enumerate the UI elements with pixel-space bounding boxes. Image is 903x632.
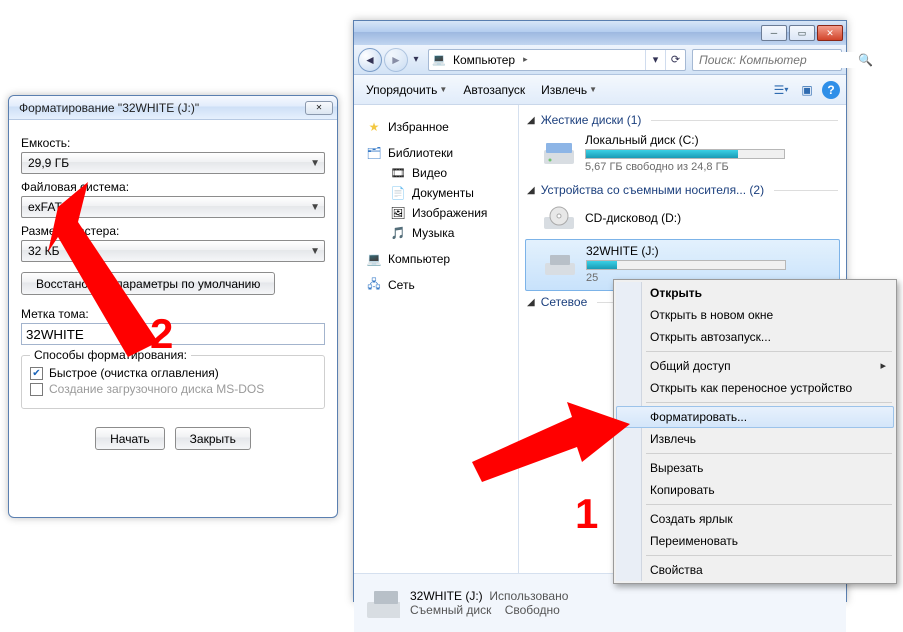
group-removable[interactable]: ◢ Устройства со съемными носителя... (2): [519, 179, 846, 199]
format-options-group: Способы форматирования: ✔ Быстрое (очист…: [21, 355, 325, 409]
close-button[interactable]: ✕: [305, 101, 333, 115]
autorun-button[interactable]: Автозапуск: [457, 81, 531, 99]
sidebar-item-computer[interactable]: 💻Компьютер: [356, 249, 516, 269]
drive-cdrom-d[interactable]: CD-дисковод (D:): [519, 199, 846, 239]
drive-context-menu: Открыть Открыть в новом окне Открыть авт…: [613, 279, 897, 584]
preview-pane-icon[interactable]: ▣: [796, 79, 818, 101]
menu-eject[interactable]: Извлечь: [616, 428, 894, 450]
chevron-down-icon: ▼: [310, 202, 320, 213]
menu-autoplay[interactable]: Открыть автозапуск...: [616, 326, 894, 348]
computer-icon: 💻: [429, 53, 449, 66]
annotation-number-2: 2: [150, 310, 173, 358]
close-button[interactable]: ✕: [817, 25, 843, 41]
checkbox-icon: [30, 383, 43, 396]
msdos-boot-checkbox: Создание загрузочного диска MS-DOS: [30, 382, 316, 396]
image-icon: 🖼: [390, 205, 406, 221]
view-options-icon[interactable]: ☰▾: [770, 79, 792, 101]
hdd-icon: [541, 138, 577, 168]
group-hard-disks[interactable]: ◢ Жесткие диски (1): [519, 109, 846, 129]
cdrom-icon: [541, 203, 577, 233]
filesystem-label: Файловая система:: [21, 180, 325, 194]
format-dialog: Форматирование "32WHITE (J:)" ✕ Емкость:…: [8, 95, 338, 518]
dialog-titlebar[interactable]: Форматирование "32WHITE (J:)" ✕: [9, 96, 337, 120]
music-icon: 🎵: [390, 225, 406, 241]
minimize-button[interactable]: ─: [761, 25, 787, 41]
menu-format[interactable]: Форматировать...: [616, 406, 894, 428]
restore-defaults-button[interactable]: Восстановить параметры по умолчанию: [21, 272, 275, 295]
chevron-down-icon: ▼: [310, 246, 320, 257]
document-icon: 📄: [390, 185, 406, 201]
capacity-combo[interactable]: 29,9 ГБ▼: [21, 152, 325, 174]
address-bar[interactable]: 💻 Компьютер ▸ ▾ ⟳: [428, 49, 686, 71]
explorer-toolbar: Упорядочить▼ Автозапуск Извлечь▼ ☰▾ ▣ ?: [354, 75, 846, 105]
status-drive-name: 32WHITE (J:): [410, 589, 483, 603]
sidebar-item-network[interactable]: 🖧Сеть: [356, 275, 516, 295]
search-input[interactable]: [697, 52, 858, 68]
start-button[interactable]: Начать: [95, 427, 165, 450]
space-bar-j: [586, 260, 786, 270]
back-button[interactable]: ◄: [358, 48, 382, 72]
dialog-title: Форматирование "32WHITE (J:)": [19, 101, 199, 115]
address-dropdown-icon[interactable]: ▾: [645, 50, 665, 70]
help-icon[interactable]: ?: [822, 81, 840, 99]
forward-button[interactable]: ►: [384, 48, 408, 72]
network-icon: 🖧: [366, 277, 382, 293]
menu-share[interactable]: Общий доступ: [616, 355, 894, 377]
menu-open-new-window[interactable]: Открыть в новом окне: [616, 304, 894, 326]
menu-open[interactable]: Открыть: [616, 282, 894, 304]
chevron-down-icon: ▼: [439, 85, 447, 94]
removable-icon: [542, 249, 578, 279]
drive-local-c[interactable]: Локальный диск (C:) 5,67 ГБ свободно из …: [519, 129, 846, 179]
quick-format-checkbox[interactable]: ✔ Быстрое (очистка оглавления): [30, 366, 316, 380]
menu-portable-device[interactable]: Открыть как переносное устройство: [616, 377, 894, 399]
removable-icon: [364, 588, 400, 618]
collapse-icon: ◢: [527, 115, 535, 126]
chevron-down-icon: ▼: [589, 85, 597, 94]
menu-properties[interactable]: Свойства: [616, 559, 894, 581]
sidebar-item-video[interactable]: 🎞Видео: [356, 163, 516, 183]
cluster-combo[interactable]: 32 КБ▼: [21, 240, 325, 262]
organize-label: Упорядочить: [366, 83, 437, 97]
history-dropdown-icon[interactable]: ▾: [410, 54, 422, 65]
collapse-icon: ◢: [527, 185, 535, 196]
menu-cut[interactable]: Вырезать: [616, 457, 894, 479]
menu-copy[interactable]: Копировать: [616, 479, 894, 501]
chevron-down-icon: ▼: [310, 158, 320, 169]
status-drive-type: Съемный диск: [410, 603, 491, 617]
close-button[interactable]: Закрыть: [175, 427, 251, 450]
refresh-icon[interactable]: ⟳: [665, 50, 685, 70]
menu-rename[interactable]: Переименовать: [616, 530, 894, 552]
video-icon: 🎞: [390, 165, 406, 181]
cluster-label: Размер кластера:: [21, 224, 325, 238]
space-bar-c: [585, 149, 785, 159]
sidebar-item-images[interactable]: 🖼Изображения: [356, 203, 516, 223]
search-box[interactable]: 🔍: [692, 49, 842, 71]
organize-menu[interactable]: Упорядочить▼: [360, 81, 453, 99]
search-icon: 🔍: [858, 53, 873, 67]
explorer-titlebar[interactable]: ─ ▭ ✕: [354, 21, 846, 45]
breadcrumb-computer[interactable]: Компьютер: [449, 53, 520, 67]
chevron-right-icon[interactable]: ▸: [520, 54, 531, 65]
filesystem-combo[interactable]: exFAT▼: [21, 196, 325, 218]
nav-bar: ◄ ► ▾ 💻 Компьютер ▸ ▾ ⟳ 🔍: [354, 45, 846, 75]
eject-button[interactable]: Извлечь▼: [535, 81, 603, 99]
maximize-button[interactable]: ▭: [789, 25, 815, 41]
star-icon: ★: [366, 119, 382, 135]
checkbox-checked-icon: ✔: [30, 367, 43, 380]
menu-create-shortcut[interactable]: Создать ярлык: [616, 508, 894, 530]
computer-icon: 💻: [366, 251, 382, 267]
navigation-pane: ★Избранное 🗂Библиотеки 🎞Видео 📄Документы…: [354, 105, 519, 573]
sidebar-item-libraries[interactable]: 🗂Библиотеки: [356, 143, 516, 163]
collapse-icon: ◢: [527, 297, 535, 308]
annotation-number-1: 1: [575, 490, 598, 538]
sidebar-item-music[interactable]: 🎵Музыка: [356, 223, 516, 243]
sidebar-item-favorites[interactable]: ★Избранное: [356, 117, 516, 137]
capacity-label: Емкость:: [21, 136, 325, 150]
sidebar-item-documents[interactable]: 📄Документы: [356, 183, 516, 203]
libraries-icon: 🗂: [366, 145, 382, 161]
